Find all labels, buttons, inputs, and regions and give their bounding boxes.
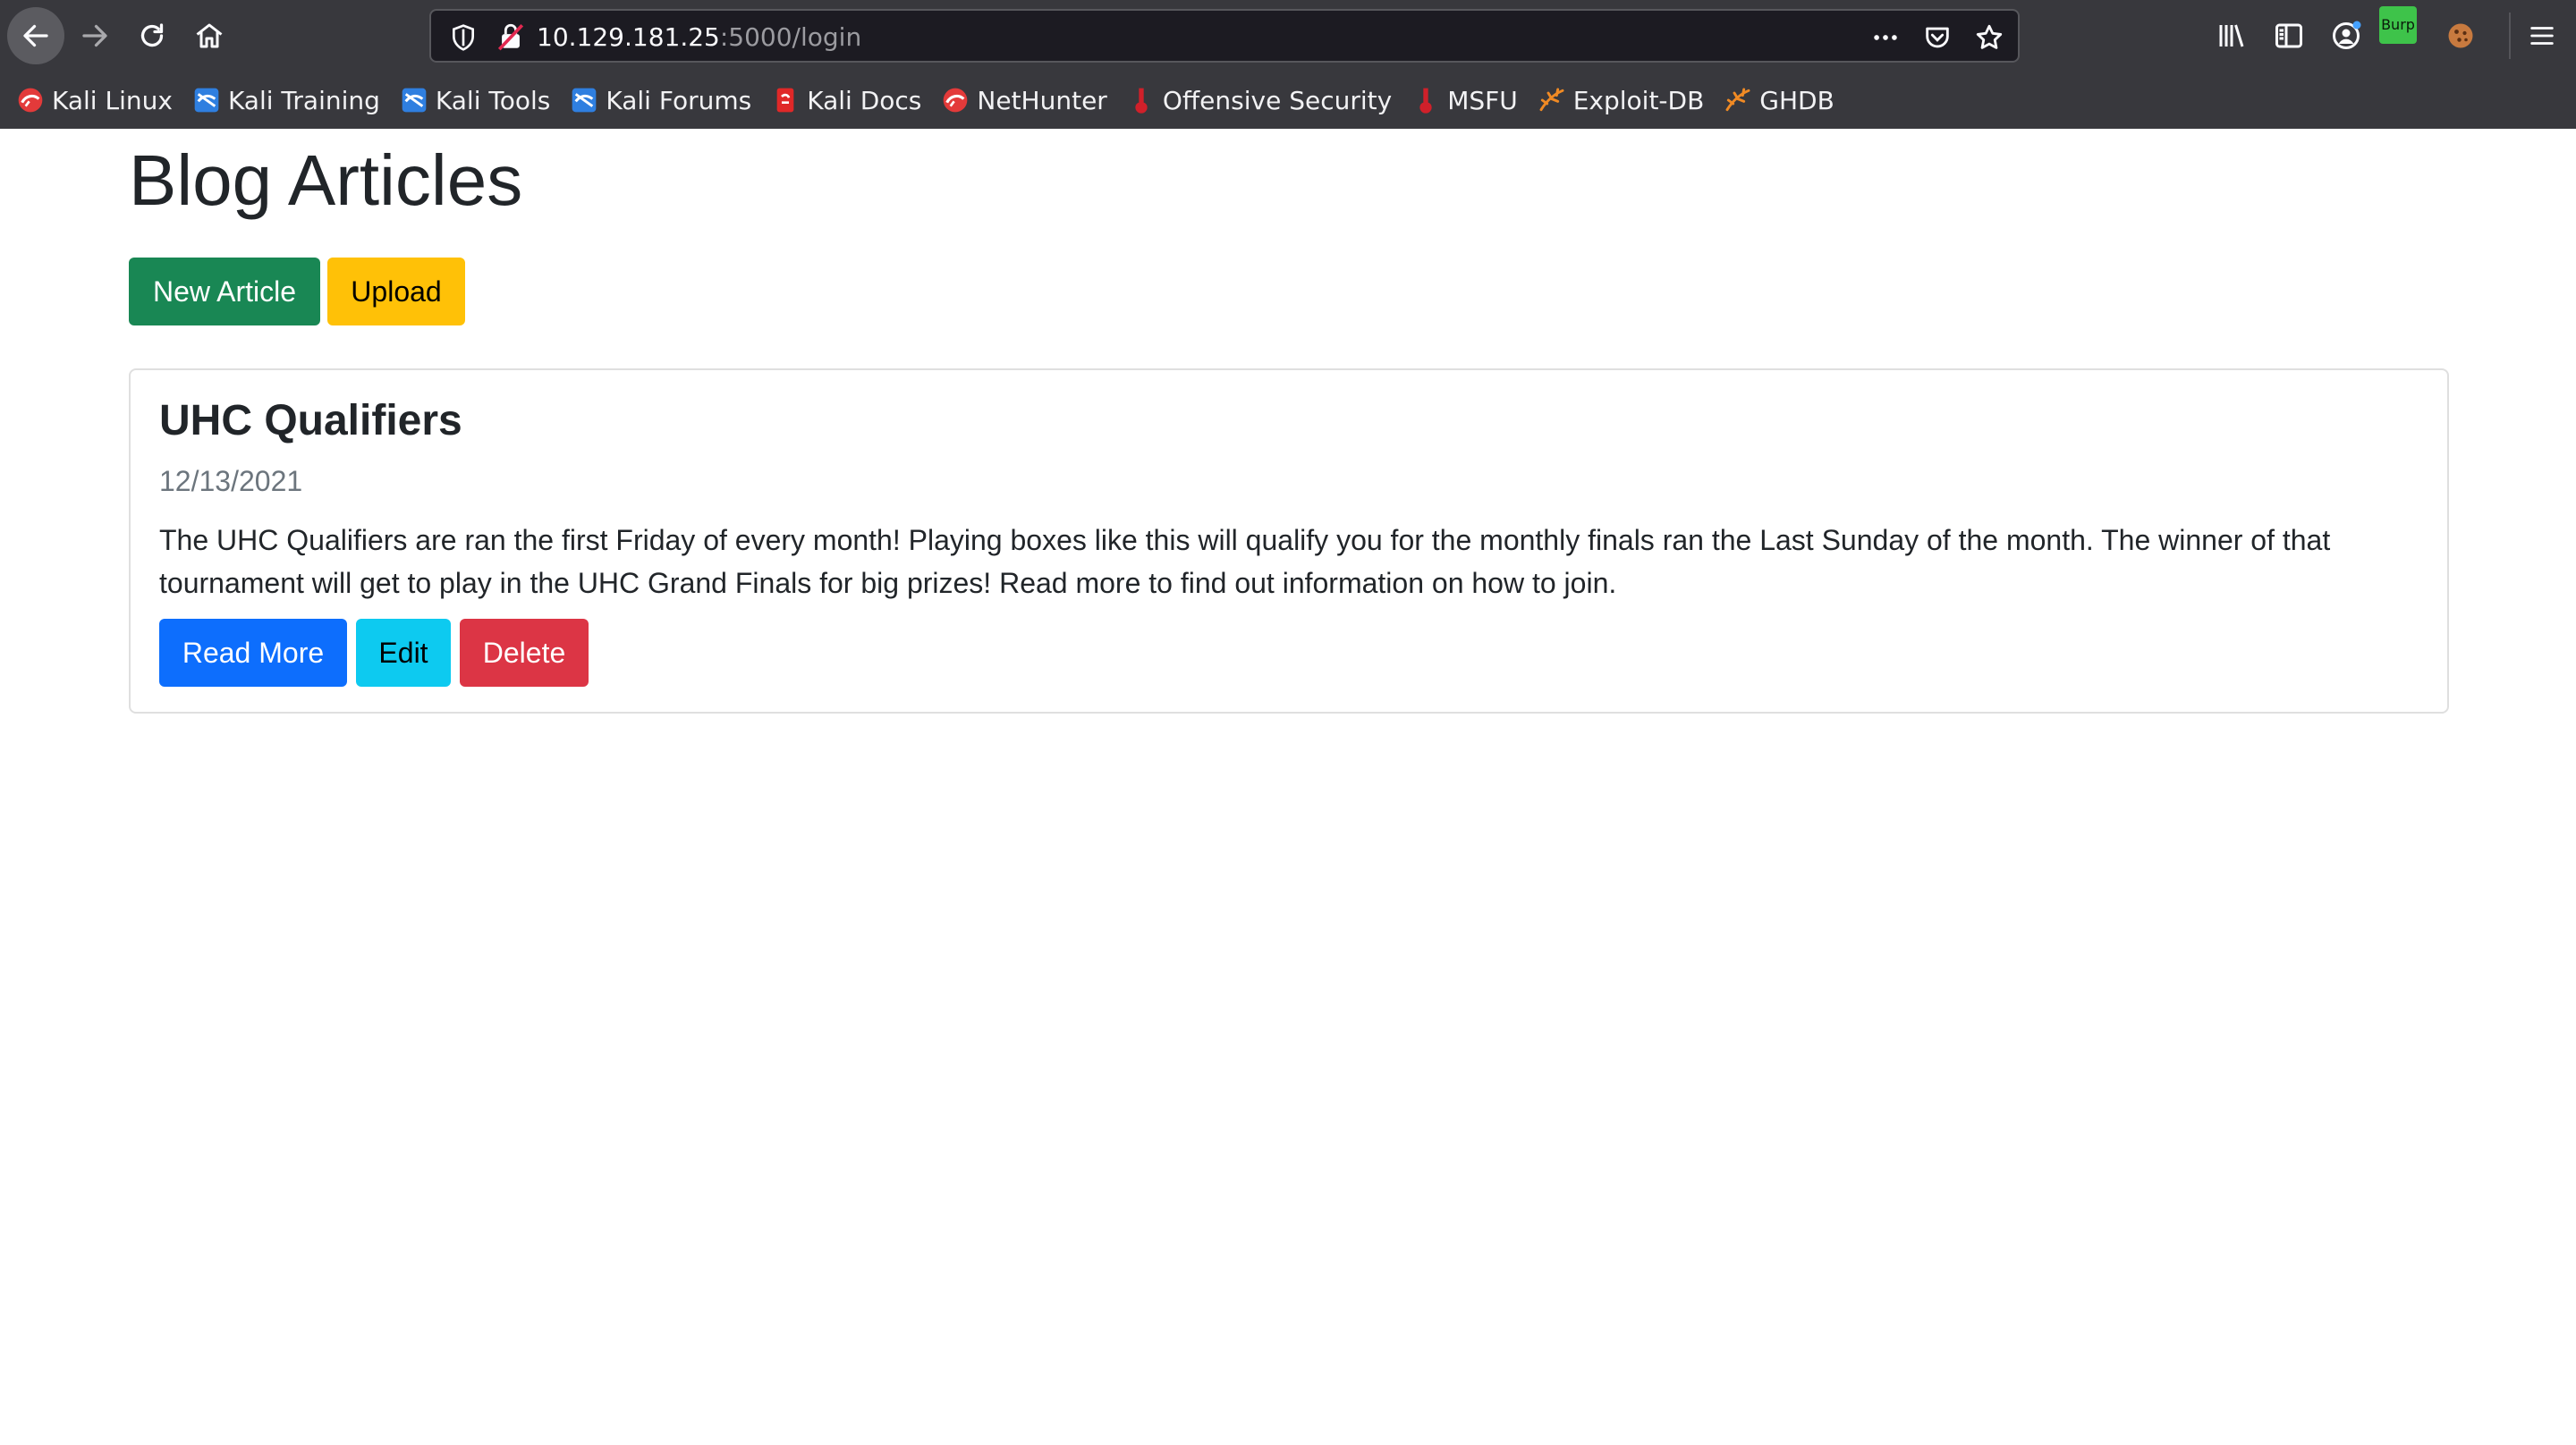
url-host: 10.129.181.25: [537, 22, 720, 52]
navigation-toolbar: 10.129.181.25:5000/login Burp: [0, 0, 2576, 72]
bookmark-kali-linux[interactable]: Kali Linux: [16, 79, 173, 122]
nethunter-icon: [944, 88, 968, 113]
url-text[interactable]: 10.129.181.25:5000/login: [537, 21, 861, 54]
bookmark-label: Offensive Security: [1162, 85, 1393, 115]
forward-arrow-icon: [82, 24, 107, 47]
bookmark-ghdb[interactable]: GHDB: [1724, 79, 1835, 122]
pocket-icon: [1926, 27, 1949, 48]
bookmark-label: NetHunter: [977, 85, 1107, 115]
library-button[interactable]: [2213, 17, 2250, 55]
bookmark-label: Exploit-DB: [1572, 85, 1705, 115]
bookmark-kali-tools[interactable]: Kali Tools: [400, 79, 550, 122]
home-icon: [196, 23, 223, 48]
bookmarks-toolbar: Kali Linux Kali Training Kali Tools Kali…: [16, 79, 1835, 122]
reload-icon: [140, 23, 164, 47]
bookmark-label: GHDB: [1759, 85, 1835, 115]
tracking-protection-shield-icon[interactable]: [449, 23, 478, 52]
burp-badge: Burp: [2379, 6, 2417, 44]
account-icon: [2333, 21, 2361, 49]
bookmark-label: Kali Tools: [435, 85, 551, 115]
bookmark-label: MSFU: [1447, 85, 1518, 115]
bookmark-nethunter[interactable]: NetHunter: [941, 79, 1107, 122]
article-title: UHC Qualifiers: [159, 397, 462, 444]
delete-button[interactable]: Delete: [460, 619, 589, 687]
bookmark-star-button[interactable]: [1973, 21, 2005, 54]
account-button[interactable]: [2327, 17, 2365, 55]
url-bar[interactable]: 10.129.181.25:5000/login: [429, 9, 2020, 63]
kali-docs-icon: [776, 88, 794, 113]
bookmark-label: Kali Docs: [807, 85, 922, 115]
sidebar-button[interactable]: [2270, 17, 2308, 55]
kali-training-icon: [194, 88, 219, 113]
kali-forums-icon: [572, 88, 597, 113]
bookmark-msfu[interactable]: MSFU: [1411, 79, 1518, 122]
forward-button[interactable]: [66, 7, 123, 64]
upload-button[interactable]: Upload: [327, 258, 465, 325]
star-icon: [1976, 24, 2003, 49]
burp-proxy-extension-button[interactable]: Burp: [2379, 6, 2422, 55]
new-article-button[interactable]: New Article: [129, 258, 320, 325]
page-content: Blog Articles New Article Upload UHC Qua…: [0, 129, 2576, 1445]
pocket-button[interactable]: [1921, 21, 1953, 54]
url-actions: [1869, 21, 2005, 54]
offsec-icon: [1135, 88, 1148, 114]
sidebar-icon: [2275, 23, 2302, 48]
article-card: UHC Qualifiers 12/13/2021 The UHC Qualif…: [129, 368, 2449, 714]
exploit-db-icon: [1539, 88, 1564, 112]
bookmark-kali-docs[interactable]: Kali Docs: [771, 79, 921, 122]
bookmark-kali-training[interactable]: Kali Training: [192, 79, 380, 122]
insecure-lock-icon[interactable]: [496, 21, 526, 52]
cookie-icon: [2448, 23, 2473, 48]
bookmark-label: Kali Training: [227, 85, 380, 115]
edit-button[interactable]: Edit: [356, 619, 451, 687]
home-button[interactable]: [181, 7, 238, 64]
msfu-icon: [1419, 88, 1432, 114]
kali-dragon-icon: [18, 88, 43, 113]
read-more-button[interactable]: Read More: [159, 619, 347, 687]
bookmark-offensive-security[interactable]: Offensive Security: [1127, 79, 1392, 122]
bookmark-label: Kali Linux: [52, 85, 173, 115]
library-icon: [2219, 24, 2244, 47]
url-path: :5000/login: [719, 22, 862, 52]
bookmark-exploit-db[interactable]: Exploit-DB: [1538, 79, 1705, 122]
article-date: 12/13/2021: [159, 465, 303, 497]
toolbar-right: Burp: [2213, 6, 2479, 55]
browser-chrome: 10.129.181.25:5000/login Burp Kali Linux…: [0, 0, 2576, 129]
toolbar-separator: [2509, 13, 2511, 59]
ghdb-icon: [1725, 88, 1750, 112]
more-dots-icon: [1874, 35, 1897, 40]
kali-tools-icon: [402, 88, 427, 113]
bookmark-label: Kali Forums: [606, 85, 752, 115]
page-actions-button[interactable]: [1869, 21, 1902, 54]
back-button[interactable]: [7, 7, 64, 64]
hamburger-menu-icon: [2530, 27, 2554, 45]
bookmark-kali-forums[interactable]: Kali Forums: [570, 79, 751, 122]
back-arrow-icon: [23, 24, 48, 47]
article-body: The UHC Qualifiers are ran the first Fri…: [159, 524, 2331, 599]
open-menu-button[interactable]: [2522, 16, 2562, 55]
page-title: Blog Articles: [129, 140, 523, 220]
reload-button[interactable]: [123, 7, 181, 64]
cookie-extension-button[interactable]: [2442, 17, 2479, 55]
